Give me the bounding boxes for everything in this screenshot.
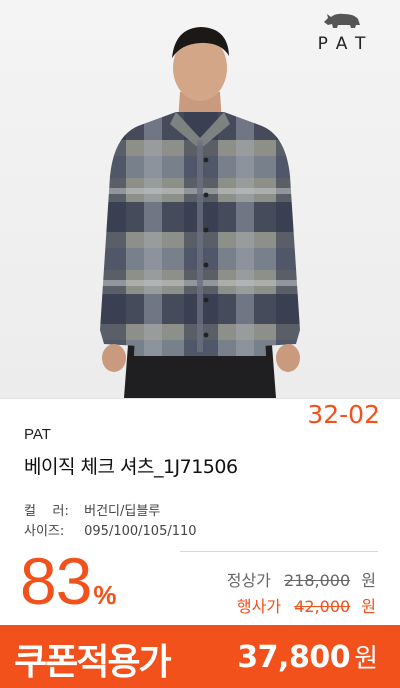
discount-symbol: % (93, 580, 117, 610)
coupon-price-label: 쿠폰적용가 (14, 642, 172, 683)
brand-name[interactable]: PAT (24, 426, 51, 443)
style-code: 32-02 (307, 400, 380, 429)
discount-rate: 83% (20, 548, 117, 614)
sale-price-label: 행사가 (236, 597, 282, 616)
coupon-price-amount: 37,800 (237, 640, 351, 675)
product-card[interactable]: PAT 32-02 PAT 베이직 체크 셔츠_1J71506 컬 러: 버건디… (0, 0, 400, 688)
option-size-value: 095/100/105/110 (84, 524, 197, 539)
sale-price: 42,000 (294, 597, 351, 616)
product-photo[interactable]: PAT (0, 0, 400, 398)
logo-wordmark: PAT (317, 34, 375, 54)
option-color: 컬 러: 버건디/딥블루 (24, 500, 160, 519)
sale-price-unit: 원 (361, 597, 376, 616)
brand-logo[interactable]: PAT (306, 10, 378, 54)
regular-price-unit: 원 (361, 571, 376, 590)
model-wearing-check-shirt (100, 27, 300, 398)
option-size-label: 사이즈: (24, 524, 65, 539)
product-name[interactable]: 베이직 체크 셔츠_1J71506 (24, 452, 238, 479)
rhino-logo-icon (324, 13, 360, 28)
option-color-label: 컬 러: (24, 504, 69, 519)
regular-price-label: 정상가 (226, 571, 271, 590)
discount-number: 83 (20, 544, 92, 618)
option-size: 사이즈: 095/100/105/110 (24, 520, 197, 539)
option-color-value: 버건디/딥블루 (84, 504, 161, 519)
regular-price: 218,000 (284, 571, 351, 590)
divider (180, 551, 378, 552)
regular-price-row: 정상가 218,000 원 (227, 567, 376, 591)
sale-price-row: 행사가 42,000 원 (237, 593, 376, 617)
coupon-price-unit: 원 (354, 644, 378, 674)
coupon-price: 37,800 원 (237, 638, 378, 675)
